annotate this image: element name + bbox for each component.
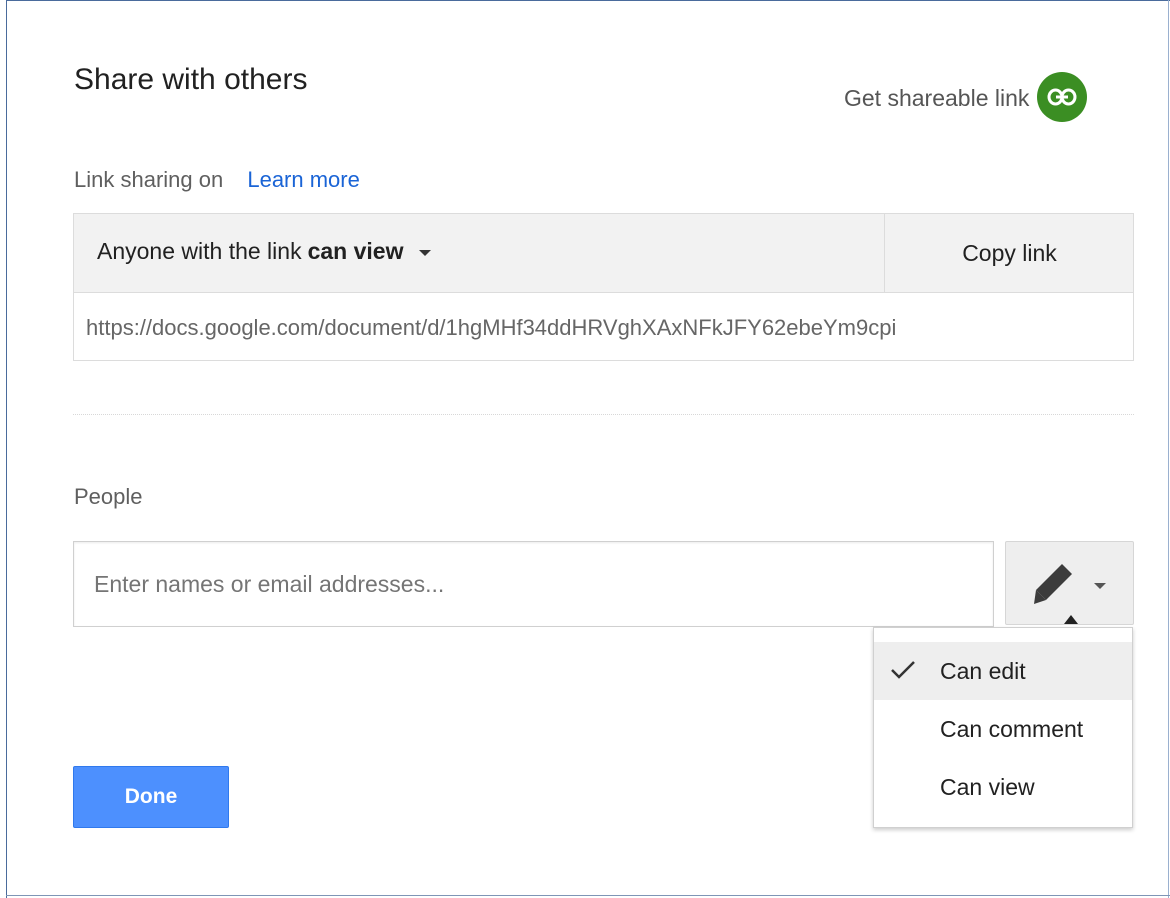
dialog-border-right <box>1168 0 1169 898</box>
share-url-field[interactable] <box>86 311 1126 345</box>
check-icon <box>891 661 915 679</box>
menu-item-label: Can view <box>940 773 1035 800</box>
dialog-border-left <box>6 0 7 898</box>
menu-item-can-view[interactable]: Can view <box>874 758 1132 816</box>
dialog-title: Share with others <box>74 63 308 96</box>
link-sharing-row: Link sharing on Learn more <box>74 167 360 193</box>
permission-dropdown-button[interactable] <box>1005 541 1134 625</box>
caret-down-icon <box>419 249 432 256</box>
people-label: People <box>74 484 143 509</box>
permission-menu: Can edit Can comment Can view <box>873 627 1133 828</box>
learn-more-link[interactable]: Learn more <box>247 167 360 192</box>
menu-item-label: Can edit <box>940 657 1026 684</box>
menu-pointer <box>1064 615 1078 624</box>
link-access-prefix: Anyone with the link <box>97 238 302 264</box>
caret-down-icon <box>1094 583 1106 589</box>
copy-link-button[interactable]: Copy link <box>885 214 1134 292</box>
section-divider <box>73 414 1134 415</box>
get-shareable-link[interactable]: Get shareable link <box>844 66 1088 122</box>
dialog-border-bottom <box>6 895 1170 896</box>
done-button[interactable]: Done <box>73 766 229 828</box>
menu-item-can-comment[interactable]: Can comment <box>874 700 1132 758</box>
get-shareable-link-label[interactable]: Get shareable link <box>844 85 1029 112</box>
link-icon[interactable] <box>1037 72 1088 122</box>
link-sharing-status: Link sharing on <box>74 167 224 192</box>
pencil-icon <box>1034 564 1072 604</box>
link-sharing-box: Anyone with the link can view Copy link <box>73 213 1134 361</box>
menu-item-can-edit[interactable]: Can edit <box>874 642 1132 700</box>
dialog-border-top <box>6 0 1170 1</box>
link-access-dropdown[interactable]: Anyone with the link can view <box>97 238 432 265</box>
link-access-level: can view <box>307 238 404 264</box>
people-input[interactable] <box>73 541 994 627</box>
link-access-bar: Anyone with the link can view Copy link <box>74 214 1133 293</box>
menu-item-label: Can comment <box>940 715 1084 742</box>
